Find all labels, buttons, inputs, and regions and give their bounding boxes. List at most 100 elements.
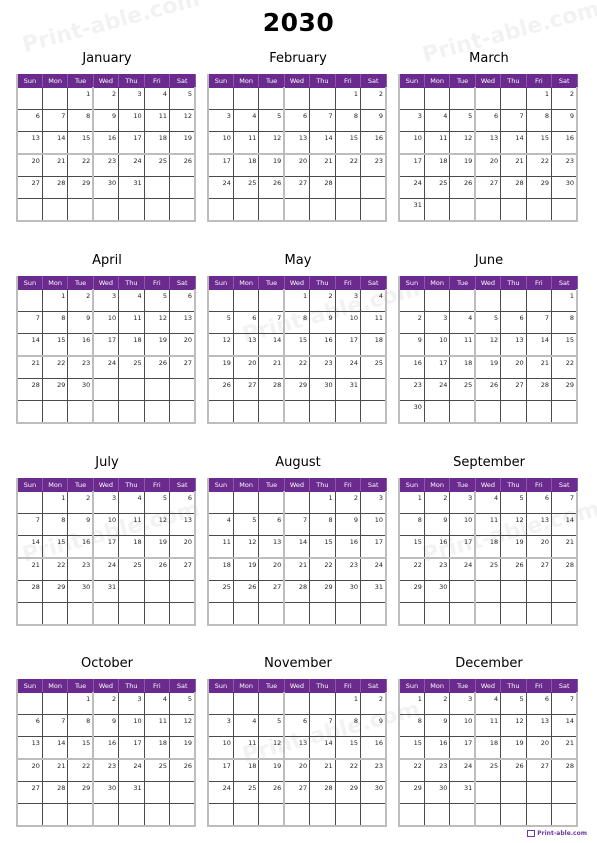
- day-number: 9: [378, 717, 383, 725]
- day-number: 12: [272, 134, 282, 142]
- day-number: 18: [158, 134, 168, 142]
- weekday-header: Mon: [232, 276, 260, 290]
- day-cell: 19: [169, 131, 197, 155]
- day-cell: 25: [360, 355, 388, 379]
- day-cell: 12: [169, 714, 197, 737]
- day-number: [167, 383, 169, 385]
- day-number: 3: [378, 494, 383, 502]
- day-cell: 24: [207, 176, 234, 199]
- day-number: 7: [35, 516, 40, 524]
- weekday-header: Thu: [500, 679, 527, 693]
- day-cell: 15: [41, 535, 69, 559]
- day-cell: 26: [258, 781, 285, 804]
- day-number: 9: [86, 516, 91, 524]
- day-number: 12: [183, 717, 192, 725]
- day-number: [472, 405, 474, 407]
- day-number: 12: [272, 739, 282, 747]
- week-row: 24 25 26 27 28 29 30: [207, 781, 388, 804]
- day-cell: 6: [283, 714, 311, 737]
- day-cell: 2: [334, 491, 362, 514]
- month-september: September Sun Mon Tue Wed Thu Fri Sat 1 2 3 4 5 6 7 8 9 1…: [398, 454, 580, 626]
- day-number: 6: [187, 494, 192, 502]
- weekday-header: Tue: [258, 679, 285, 693]
- day-number: 21: [57, 762, 66, 770]
- day-number: 16: [439, 739, 448, 747]
- day-cell: 28: [283, 580, 311, 603]
- day-number: 8: [544, 112, 550, 120]
- day-cell: 7: [309, 109, 336, 132]
- day-number: 15: [349, 134, 359, 142]
- week-row: 26 27 28 29 30 31: [207, 378, 388, 401]
- day-number: [498, 405, 500, 407]
- day-number: 31: [349, 381, 359, 389]
- day-cell: [232, 803, 260, 827]
- weekday-header: Sat: [169, 276, 196, 290]
- day-number: 29: [565, 381, 574, 389]
- day-number: [524, 607, 526, 609]
- day-cell: [41, 692, 69, 715]
- weekday-header: Wed: [474, 679, 502, 693]
- day-cell: [67, 803, 94, 827]
- day-cell: 20: [232, 355, 260, 379]
- weekday-header: Sat: [169, 679, 196, 693]
- day-number: 14: [57, 739, 66, 747]
- day-number: [358, 808, 360, 810]
- day-number: 16: [81, 336, 91, 344]
- day-number: 9: [328, 314, 333, 322]
- day-cell: [525, 781, 553, 804]
- day-cell: [67, 400, 94, 424]
- day-number: 3: [112, 494, 117, 502]
- weekday-header: Tue: [258, 276, 285, 290]
- weekday-header-row: Sun Mon Tue Wed Thu Fri Sat: [398, 679, 578, 693]
- day-number: 19: [463, 157, 473, 165]
- day-cell: [525, 289, 553, 312]
- day-cell: 16: [334, 535, 362, 559]
- day-number: 23: [439, 561, 448, 569]
- day-number: [40, 607, 42, 609]
- month-august: August Sun Mon Tue Wed Thu Fri Sat 1 2 3 4 5 6 7 8 9 10 11…: [207, 454, 389, 626]
- month-title: June: [474, 253, 504, 268]
- day-cell: 5: [474, 311, 502, 334]
- month-title: August: [275, 455, 321, 470]
- weekday-header: Wed: [283, 276, 311, 290]
- weekday-header: Sun: [207, 679, 234, 693]
- day-cell: 20: [283, 758, 311, 782]
- weekday-header: Sat: [551, 679, 578, 693]
- week-row: 10 11 12 13 14 15 16: [207, 736, 388, 760]
- day-number: 10: [349, 314, 359, 322]
- day-number: [256, 92, 258, 94]
- day-number: 18: [133, 336, 142, 344]
- day-cell: 28: [41, 781, 69, 804]
- day-number: 10: [222, 134, 231, 142]
- day-cell: 27: [500, 378, 527, 401]
- day-cell: 3: [92, 289, 120, 312]
- day-number: 31: [413, 201, 422, 209]
- month-table: Sun Mon Tue Wed Thu Fri Sat 1 2 3 4 5 6 7 8 9 10 11 12 13 14…: [16, 74, 197, 222]
- day-cell: 27: [232, 378, 260, 401]
- day-number: 23: [439, 762, 448, 770]
- day-cell: 24: [207, 781, 234, 804]
- day-cell: 1: [309, 491, 336, 514]
- day-number: 20: [272, 561, 282, 569]
- day-number: [549, 808, 551, 810]
- day-cell: 22: [283, 355, 311, 379]
- weekday-header: Fri: [525, 478, 553, 492]
- day-cell: [309, 692, 336, 715]
- week-row: 1 2 3 4: [207, 289, 388, 312]
- day-number: [498, 786, 500, 788]
- day-number: [142, 585, 144, 587]
- day-cell: [207, 289, 234, 312]
- day-number: 24: [107, 359, 117, 367]
- day-number: 28: [298, 583, 308, 591]
- day-cell: 2: [92, 692, 120, 715]
- day-cell: [423, 289, 451, 312]
- day-number: 15: [540, 134, 550, 142]
- day-number: 3: [226, 112, 231, 120]
- day-cell: 4: [232, 714, 260, 737]
- day-cell: 29: [525, 176, 553, 199]
- day-number: [192, 181, 194, 183]
- day-number: 6: [303, 112, 308, 120]
- day-number: 20: [540, 739, 550, 747]
- weekday-header: Sun: [16, 74, 43, 88]
- day-cell: 24: [92, 355, 120, 379]
